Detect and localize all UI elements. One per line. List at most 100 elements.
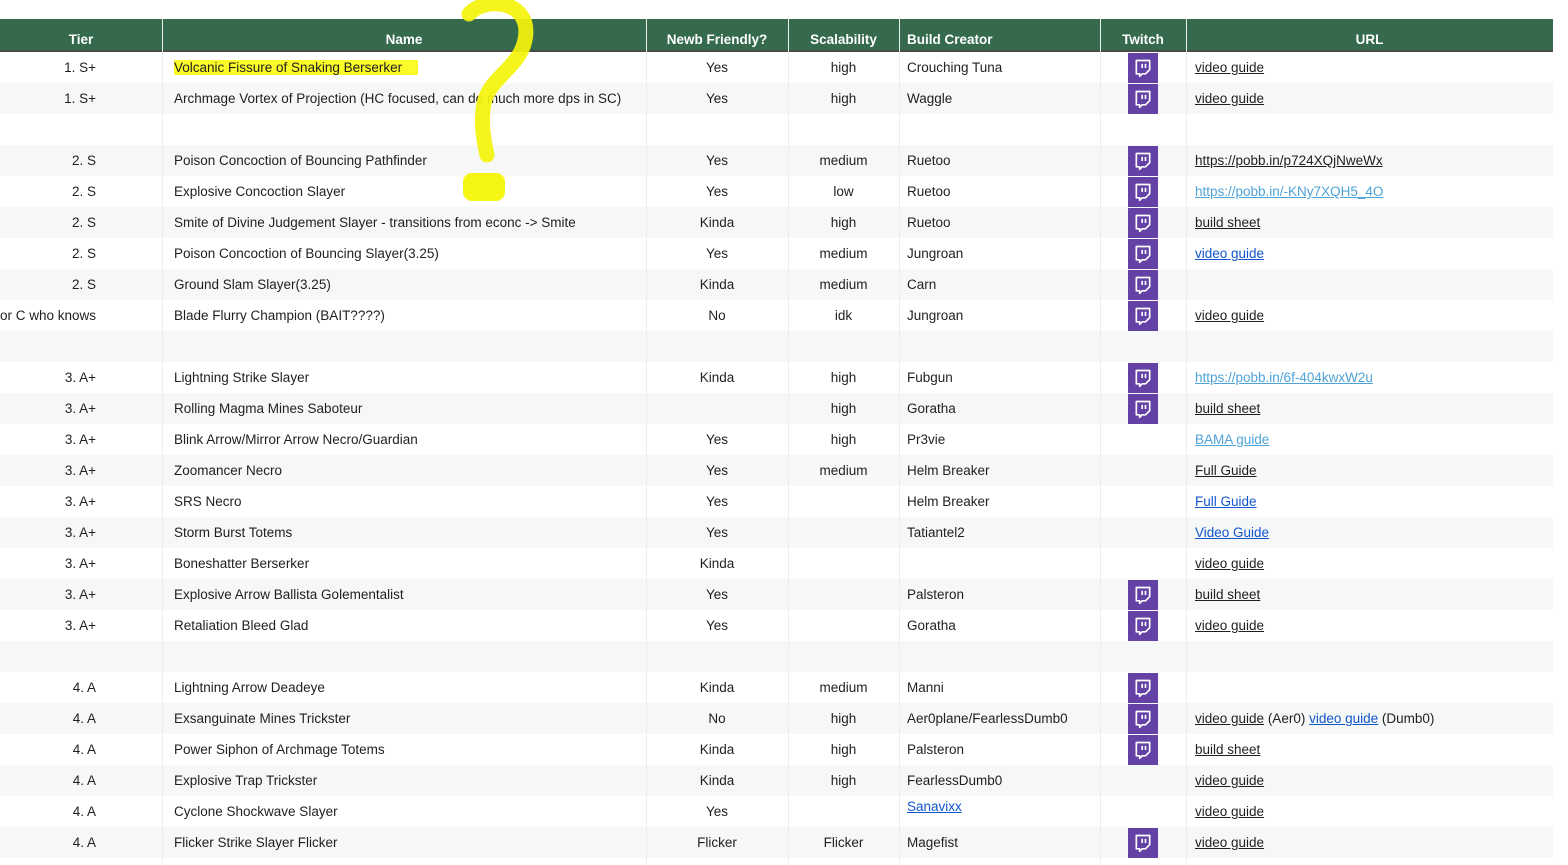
scalability-cell[interactable] bbox=[788, 548, 899, 579]
name-cell[interactable]: Explosive Trap Trickster bbox=[162, 765, 646, 796]
header-twitch[interactable]: Twitch bbox=[1100, 32, 1186, 50]
empty-cell[interactable] bbox=[0, 114, 162, 145]
scalability-cell[interactable]: medium bbox=[788, 672, 899, 703]
twitch-icon[interactable] bbox=[1128, 207, 1158, 238]
twitch-cell[interactable] bbox=[1100, 424, 1186, 455]
build-creator-cell[interactable] bbox=[899, 548, 1100, 579]
url-cell[interactable]: build sheet bbox=[1186, 207, 1553, 238]
twitch-cell[interactable] bbox=[1100, 703, 1186, 734]
tier-cell[interactable]: 2. S bbox=[0, 269, 162, 300]
url-cell[interactable]: video guide bbox=[1186, 610, 1553, 641]
newb-friendly-cell[interactable]: No bbox=[646, 300, 788, 331]
name-cell[interactable]: Explosive Concoction Slayer bbox=[162, 176, 646, 207]
name-cell[interactable]: Blink Arrow/Mirror Arrow Necro/Guardian bbox=[162, 424, 646, 455]
name-cell[interactable]: Lightning Strike Slayer bbox=[162, 362, 646, 393]
tier-cell[interactable]: 3. A+ bbox=[0, 486, 162, 517]
name-cell[interactable]: Flicker Strike Slayer Flicker bbox=[162, 827, 646, 858]
tier-cell[interactable]: 3. A+ bbox=[0, 579, 162, 610]
empty-cell[interactable] bbox=[1100, 114, 1186, 145]
url-link[interactable]: build sheet bbox=[1195, 587, 1260, 602]
header-url[interactable]: URL bbox=[1186, 32, 1553, 50]
tier-cell[interactable]: 2. S bbox=[0, 207, 162, 238]
url-link[interactable]: Full Guide bbox=[1195, 494, 1257, 509]
url-cell[interactable]: BAMA guide bbox=[1186, 424, 1553, 455]
tier-cell[interactable]: 4. A bbox=[0, 765, 162, 796]
empty-cell[interactable] bbox=[1100, 641, 1186, 672]
scalability-cell[interactable]: high bbox=[788, 703, 899, 734]
newb-friendly-cell[interactable]: Yes bbox=[646, 145, 788, 176]
scalability-cell[interactable]: medium bbox=[788, 238, 899, 269]
scalability-cell[interactable]: medium bbox=[788, 269, 899, 300]
build-creator-cell[interactable]: Ruetoo bbox=[899, 145, 1100, 176]
tier-cell[interactable]: 4. A bbox=[0, 672, 162, 703]
twitch-icon[interactable] bbox=[1128, 269, 1158, 300]
empty-cell[interactable] bbox=[899, 114, 1100, 145]
url-cell[interactable]: Full Guide bbox=[1186, 455, 1553, 486]
url-cell[interactable] bbox=[1186, 672, 1553, 703]
twitch-cell[interactable] bbox=[1100, 176, 1186, 207]
twitch-cell[interactable] bbox=[1100, 734, 1186, 765]
empty-cell[interactable] bbox=[1100, 331, 1186, 362]
build-creator-cell[interactable]: Goratha bbox=[899, 610, 1100, 641]
newb-friendly-cell[interactable]: Yes bbox=[646, 579, 788, 610]
empty-cell[interactable] bbox=[162, 114, 646, 145]
url-cell[interactable]: video guide (Aer0) video guide (Dumb0) bbox=[1186, 703, 1553, 734]
url-cell[interactable]: video guide bbox=[1186, 52, 1553, 83]
tier-cell[interactable]: 3. A+ bbox=[0, 362, 162, 393]
tier-cell[interactable]: 3. A+ bbox=[0, 517, 162, 548]
twitch-icon[interactable] bbox=[1128, 362, 1158, 393]
url-cell[interactable]: https://pobb.in/6f-404kwxW2u bbox=[1186, 362, 1553, 393]
build-creator-cell[interactable]: FearlessDumb0 bbox=[899, 765, 1100, 796]
url-cell[interactable]: video guide bbox=[1186, 238, 1553, 269]
scalability-cell[interactable]: Flicker bbox=[788, 827, 899, 858]
twitch-cell[interactable] bbox=[1100, 765, 1186, 796]
twitch-cell[interactable] bbox=[1100, 827, 1186, 858]
build-creator-cell[interactable]: Tatiantel2 bbox=[899, 517, 1100, 548]
twitch-cell[interactable] bbox=[1100, 548, 1186, 579]
empty-cell[interactable] bbox=[788, 331, 899, 362]
url-cell[interactable]: video guide bbox=[1186, 765, 1553, 796]
name-cell[interactable]: Boneshatter Berserker bbox=[162, 548, 646, 579]
scalability-cell[interactable]: high bbox=[788, 765, 899, 796]
newb-friendly-cell[interactable] bbox=[646, 393, 788, 424]
twitch-icon[interactable] bbox=[1128, 176, 1158, 207]
url-link[interactable]: build sheet bbox=[1195, 742, 1260, 757]
tier-cell[interactable]: 2. S bbox=[0, 238, 162, 269]
url-link[interactable]: https://pobb.in/p724XQjNweWx bbox=[1195, 153, 1383, 168]
url-cell[interactable]: video guide bbox=[1186, 827, 1553, 858]
build-creator-cell[interactable]: Jungroan bbox=[899, 238, 1100, 269]
twitch-icon[interactable] bbox=[1128, 238, 1158, 269]
empty-cell[interactable] bbox=[1186, 331, 1553, 362]
newb-friendly-cell[interactable]: Yes bbox=[646, 176, 788, 207]
name-cell[interactable]: Explosive Arrow Ballista Golementalist bbox=[162, 579, 646, 610]
twitch-cell[interactable] bbox=[1100, 145, 1186, 176]
newb-friendly-cell[interactable]: Flicker bbox=[646, 827, 788, 858]
url-link[interactable]: video guide bbox=[1195, 91, 1264, 106]
tier-cell[interactable]: 4. A bbox=[0, 827, 162, 858]
build-creator-cell[interactable]: Pr3vie bbox=[899, 424, 1100, 455]
url-cell[interactable]: Full Guide bbox=[1186, 486, 1553, 517]
build-creator-cell[interactable]: Manni bbox=[899, 672, 1100, 703]
tier-cell[interactable]: 4. A bbox=[0, 703, 162, 734]
scalability-cell[interactable] bbox=[788, 486, 899, 517]
name-cell[interactable]: Archmage Vortex of Projection (HC focuse… bbox=[162, 83, 646, 114]
url-cell[interactable]: build sheet bbox=[1186, 393, 1553, 424]
newb-friendly-cell[interactable]: Kinda bbox=[646, 362, 788, 393]
name-cell[interactable]: Cyclone Shockwave Slayer bbox=[162, 796, 646, 827]
twitch-cell[interactable] bbox=[1100, 796, 1186, 827]
build-creator-cell[interactable]: Ruetoo bbox=[899, 207, 1100, 238]
empty-cell[interactable] bbox=[1186, 114, 1553, 145]
scalability-cell[interactable] bbox=[788, 579, 899, 610]
url-cell[interactable]: video guide bbox=[1186, 300, 1553, 331]
url-link[interactable]: https://pobb.in/-KNy7XQH5_4O bbox=[1195, 184, 1383, 199]
scalability-cell[interactable]: high bbox=[788, 207, 899, 238]
scalability-cell[interactable]: high bbox=[788, 424, 899, 455]
tier-cell[interactable]: 3. A+ bbox=[0, 548, 162, 579]
twitch-icon[interactable] bbox=[1128, 672, 1158, 703]
twitch-icon[interactable] bbox=[1128, 300, 1158, 331]
url-link[interactable]: video guide bbox=[1195, 308, 1264, 323]
name-cell[interactable]: Blade Flurry Champion (BAIT????) bbox=[162, 300, 646, 331]
twitch-cell[interactable] bbox=[1100, 610, 1186, 641]
name-cell[interactable]: Smite of Divine Judgement Slayer - trans… bbox=[162, 207, 646, 238]
twitch-cell[interactable] bbox=[1100, 455, 1186, 486]
